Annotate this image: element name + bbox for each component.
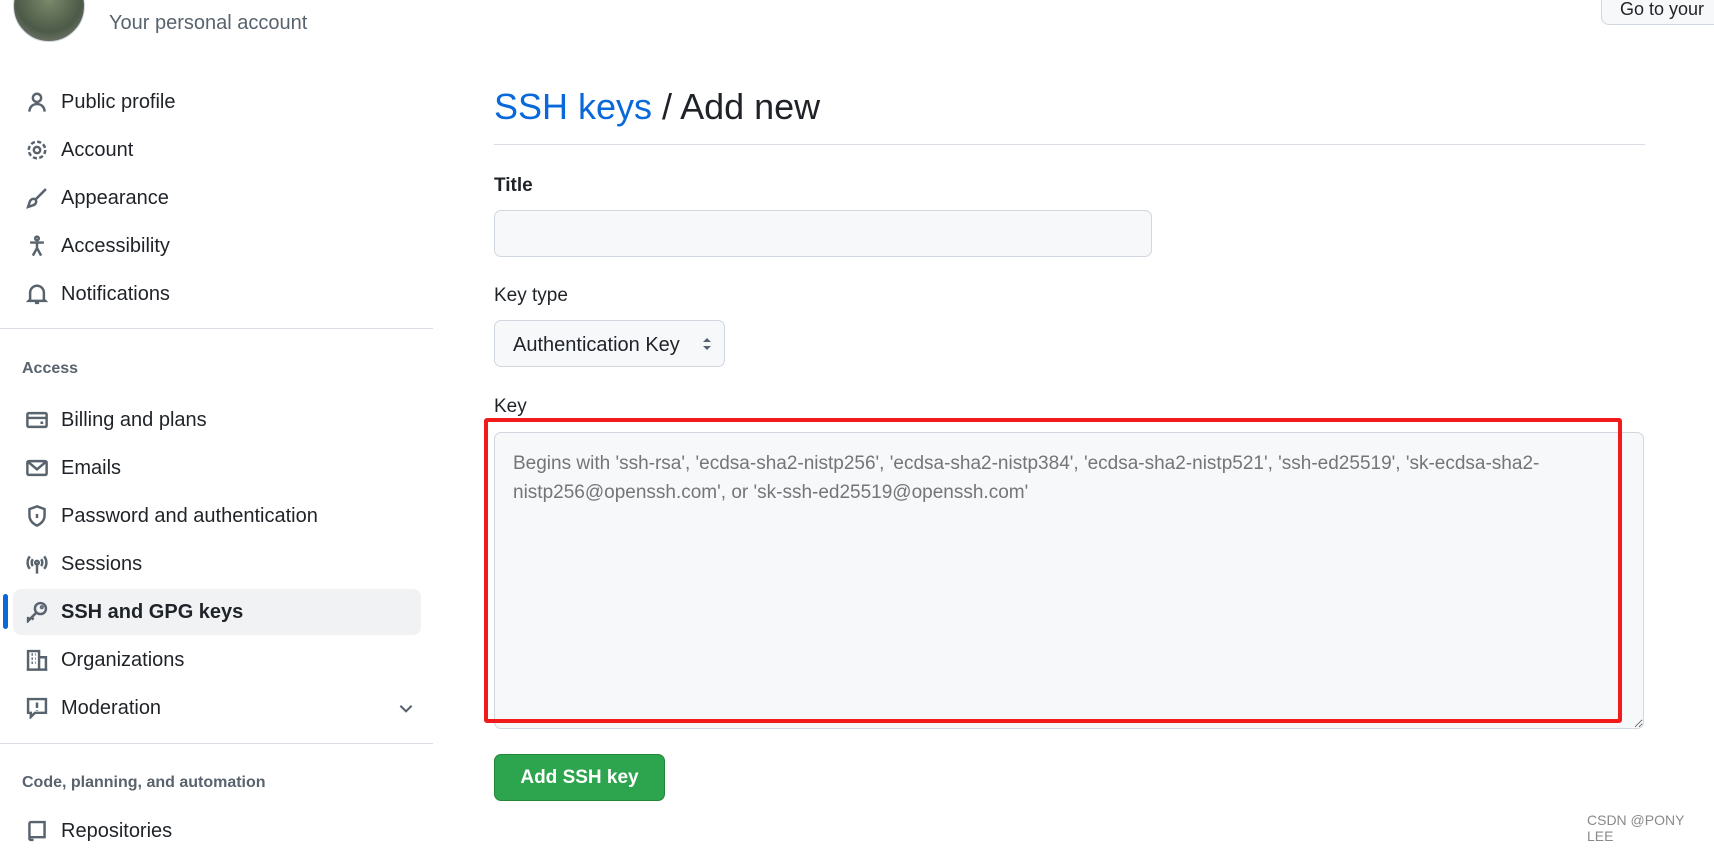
broadcast-icon (26, 555, 48, 574)
sidebar-heading-access: Access (22, 360, 79, 377)
title-divider (494, 144, 1645, 145)
sidebar-item-repositories[interactable]: Repositories (13, 808, 421, 854)
title-input[interactable] (494, 210, 1152, 257)
sidebar-divider (0, 743, 433, 744)
sidebar-item-sessions[interactable]: Sessions (13, 541, 421, 587)
selected-indicator (3, 594, 8, 629)
key-label: Key (494, 396, 527, 417)
page-title: SSH keys / Add new (494, 86, 821, 127)
bell-icon (26, 284, 48, 305)
person-icon (28, 92, 46, 112)
shield-lock-icon (28, 505, 46, 527)
sidebar-item-public-profile[interactable]: Public profile (13, 79, 421, 125)
sidebar-item-moderation[interactable]: Moderation (13, 685, 421, 731)
avatar[interactable] (13, 0, 85, 42)
sidebar-item-organizations[interactable]: Organizations (13, 637, 421, 683)
sidebar-item-appearance[interactable]: Appearance (13, 175, 421, 221)
organization-icon (26, 649, 48, 671)
credit-card-icon (26, 411, 48, 429)
key-type-select[interactable]: Authentication Key (494, 320, 725, 367)
add-ssh-key-button[interactable]: Add SSH key (494, 754, 665, 801)
repo-icon (28, 820, 46, 842)
account-subtitle: Your personal account (109, 12, 308, 34)
key-type-label: Key type (494, 285, 568, 306)
watermark: CSDN @PONY LEE (1587, 812, 1685, 844)
sidebar-item-emails[interactable]: Emails (13, 445, 421, 491)
sidebar-heading-code: Code, planning, and automation (22, 774, 266, 791)
title-label: Title (494, 175, 533, 196)
gear-icon (27, 140, 47, 160)
key-textarea[interactable] (494, 432, 1644, 729)
chevron-down-icon[interactable] (397, 697, 415, 719)
paintbrush-icon (26, 188, 47, 209)
select-arrows-icon (703, 338, 711, 350)
go-to-profile-button[interactable]: Go to your (1601, 0, 1714, 25)
mail-icon (26, 459, 48, 477)
sidebar-item-billing[interactable]: Billing and plans (13, 397, 421, 443)
sidebar-item-notifications[interactable]: Notifications (13, 271, 421, 317)
breadcrumb-ssh-keys-link[interactable]: SSH keys (494, 86, 652, 127)
key-icon (26, 601, 48, 623)
accessibility-icon (30, 235, 44, 257)
sidebar-item-ssh-gpg-keys[interactable]: SSH and GPG keys (13, 589, 421, 635)
sidebar-item-accessibility[interactable]: Accessibility (13, 223, 421, 269)
breadcrumb-current: Add new (680, 86, 821, 127)
sidebar-divider (0, 328, 433, 329)
sidebar-item-account[interactable]: Account (13, 127, 421, 173)
sidebar-item-password[interactable]: Password and authentication (13, 493, 421, 539)
report-icon (26, 697, 48, 719)
